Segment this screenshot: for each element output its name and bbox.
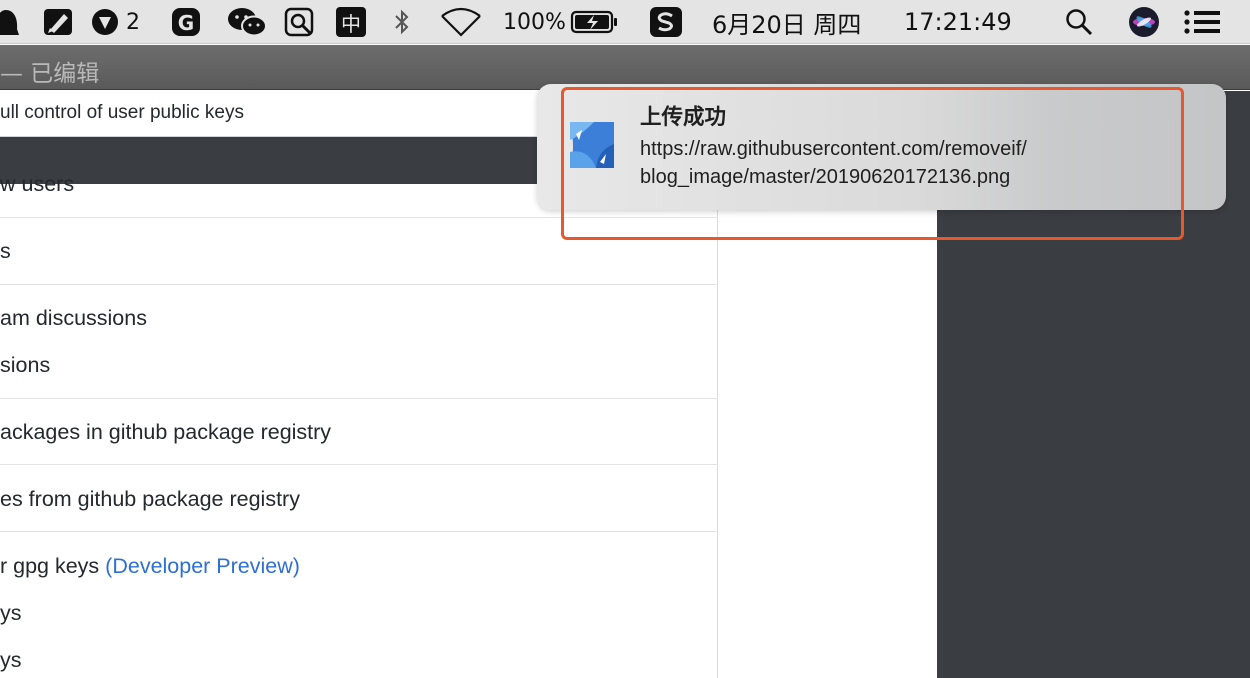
- sougou-icon[interactable]: [648, 0, 684, 44]
- window-title: — 已编辑: [0, 61, 100, 87]
- battery-percent: 100%: [503, 9, 566, 35]
- input-method-icon[interactable]: 中: [334, 0, 368, 44]
- divider: [0, 398, 718, 399]
- wifi-icon[interactable]: [438, 0, 484, 44]
- scope-row-keys-2: ys: [0, 648, 22, 672]
- qq-icon[interactable]: [0, 0, 20, 44]
- scope-row-users: w users: [0, 172, 75, 196]
- scope-row-team-discussions: am discussions: [0, 306, 147, 330]
- g-app-icon[interactable]: G: [168, 0, 204, 44]
- shield-badge-icon[interactable]: [88, 0, 122, 44]
- menubar-clock[interactable]: 17:21:49: [904, 0, 1030, 44]
- divider: [0, 284, 718, 285]
- notification-center-icon[interactable]: [1180, 0, 1224, 44]
- gpg-keys-label: r gpg keys: [0, 554, 100, 578]
- bluetooth-icon[interactable]: [390, 0, 414, 44]
- highlight-box: [561, 87, 1184, 240]
- divider: [0, 464, 718, 465]
- siri-icon[interactable]: [1126, 0, 1162, 44]
- wechat-icon[interactable]: [225, 0, 269, 44]
- scope-row-keys-1: ys: [0, 601, 22, 625]
- menu-bar: 2 G 中 100% 6月20日 周四 17:21:49: [0, 0, 1250, 44]
- menubar-date[interactable]: 6月20日 周四: [712, 0, 890, 44]
- screenshot-icon[interactable]: [282, 0, 318, 44]
- wechat-count: 2: [126, 9, 140, 35]
- search-icon[interactable]: [1062, 0, 1096, 44]
- svg-text:G: G: [178, 11, 194, 35]
- scope-row-gpg-keys: r gpg keys (Developer Preview): [0, 554, 300, 579]
- pencil-app-icon[interactable]: [40, 0, 76, 44]
- developer-preview-link[interactable]: (Developer Preview): [105, 554, 300, 578]
- input-method-label: 中: [341, 11, 361, 36]
- scope-row: s: [0, 239, 11, 263]
- scope-label: ull control of user public keys: [0, 102, 244, 123]
- scopes-list: w users s am discussions sions ackages i…: [0, 172, 718, 678]
- battery-icon[interactable]: [569, 0, 621, 44]
- divider: [0, 531, 718, 532]
- scope-row-read-packages: es from github package registry: [0, 487, 300, 511]
- scope-row-discussions: sions: [0, 353, 51, 377]
- scope-row-write-packages: ackages in github package registry: [0, 420, 332, 444]
